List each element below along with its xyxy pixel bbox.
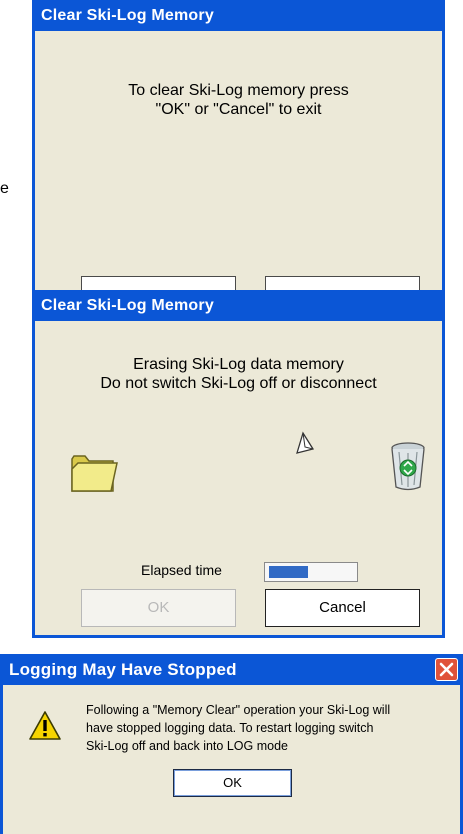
dialog3-message-line3: Ski-Log off and back into LOG mode bbox=[86, 739, 288, 753]
elapsed-time-label: Elapsed time bbox=[141, 562, 222, 578]
logging-stopped-dialog: Logging May Have Stopped Following a "Me… bbox=[0, 654, 463, 834]
dialog1-message-line1: To clear Ski-Log memory press bbox=[128, 82, 349, 99]
dialog3-ok-button[interactable]: OK bbox=[173, 769, 292, 797]
dialog3-body: Following a "Memory Clear" operation you… bbox=[3, 685, 460, 834]
dialog3-title: Logging May Have Stopped bbox=[0, 654, 463, 685]
dialog2-message-line2: Do not switch Ski-Log off or disconnect bbox=[100, 375, 377, 392]
dialog2-message-line1: Erasing Ski-Log data memory bbox=[133, 356, 344, 373]
recycle-bin-icon bbox=[389, 440, 427, 492]
warning-icon bbox=[28, 710, 62, 742]
close-icon[interactable] bbox=[435, 658, 458, 681]
clear-memory-dialog-1: Clear Ski-Log Memory To clear Ski-Log me… bbox=[32, 0, 445, 293]
folder-icon bbox=[69, 451, 119, 495]
stray-text: e bbox=[0, 180, 9, 197]
dialog3-message-line1: Following a "Memory Clear" operation you… bbox=[86, 703, 391, 717]
dialog2-body: Erasing Ski-Log data memory Do not switc… bbox=[35, 321, 442, 635]
flying-paper-icon bbox=[294, 431, 316, 455]
dialog1-title: Clear Ski-Log Memory bbox=[32, 0, 445, 31]
dialog3-message-line2: have stopped logging data. To restart lo… bbox=[86, 721, 374, 735]
progress-bar bbox=[264, 562, 358, 582]
dialog2-title: Clear Ski-Log Memory bbox=[32, 290, 445, 321]
dialog2-ok-button[interactable]: OK bbox=[81, 589, 236, 627]
dialog1-body: To clear Ski-Log memory press "OK" or "C… bbox=[35, 31, 442, 293]
clear-memory-dialog-2: Clear Ski-Log Memory Erasing Ski-Log dat… bbox=[32, 290, 445, 638]
dialog2-cancel-button[interactable]: Cancel bbox=[265, 589, 420, 627]
progress-fill bbox=[269, 566, 308, 578]
dialog1-message-line2: "OK" or "Cancel" to exit bbox=[155, 101, 322, 118]
